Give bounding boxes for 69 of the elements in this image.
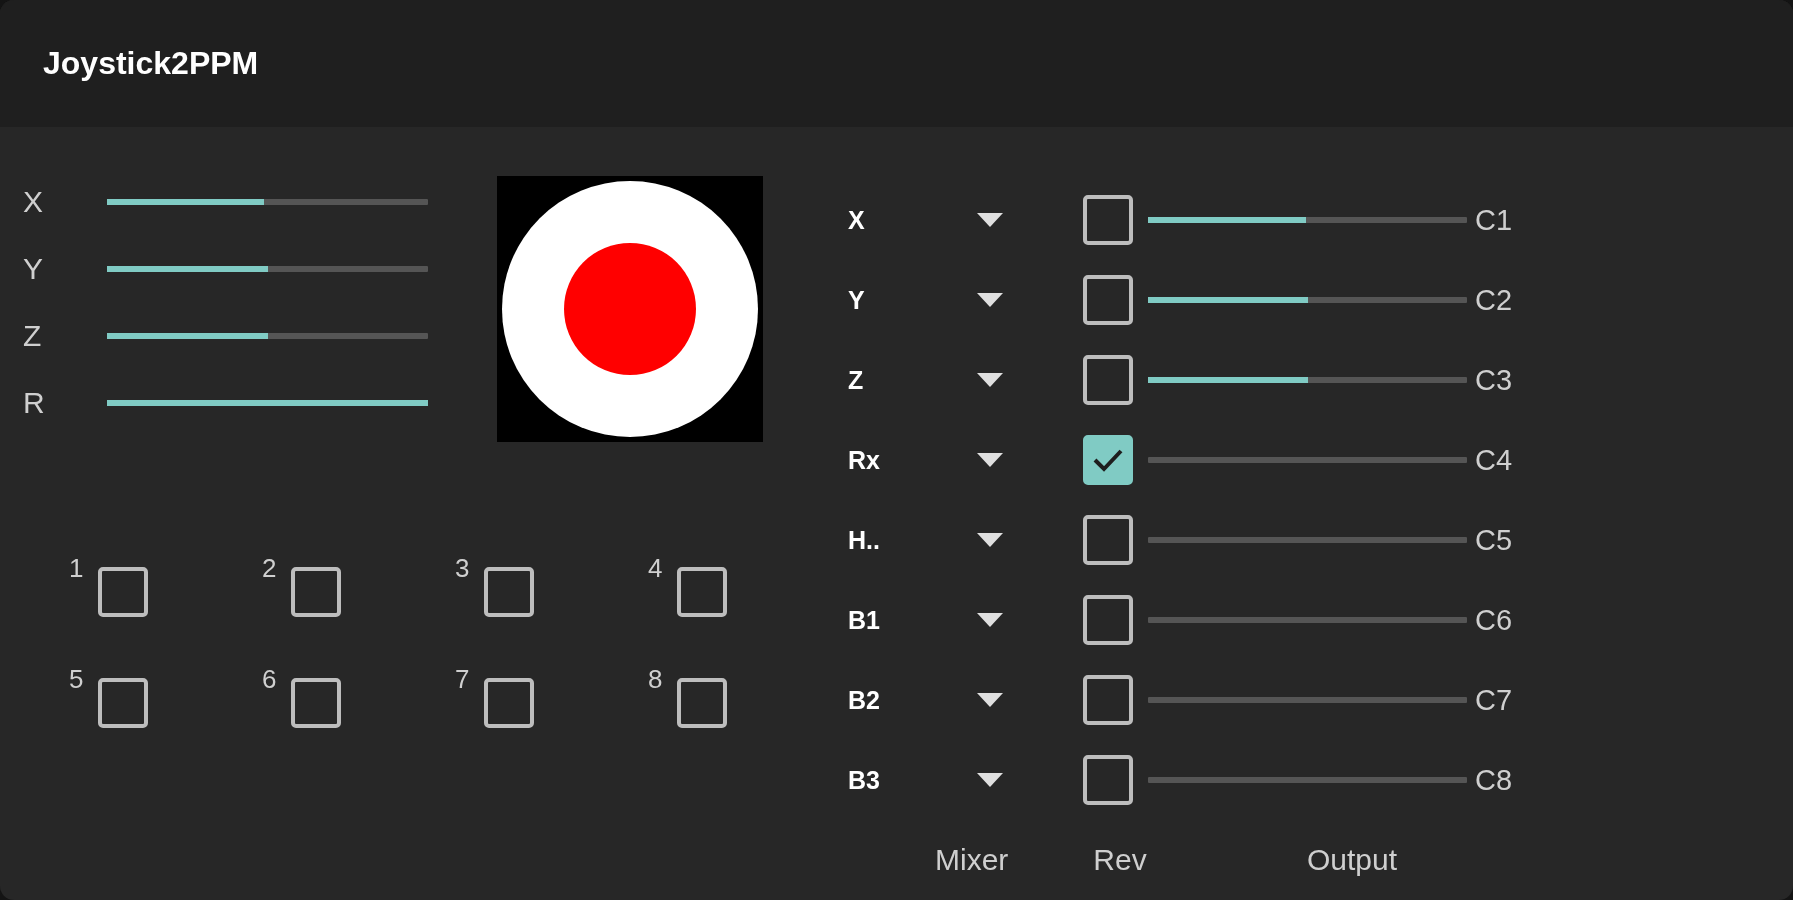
channel-label: C5 xyxy=(1474,523,1514,557)
channel-label: C2 xyxy=(1474,283,1514,317)
channel-slider[interactable] xyxy=(1148,297,1467,303)
button-number: 2 xyxy=(262,555,278,581)
checkbox[interactable] xyxy=(1083,675,1133,725)
axis-label: Y xyxy=(23,251,44,286)
checkbox[interactable] xyxy=(98,678,148,728)
checkbox[interactable] xyxy=(484,678,534,728)
mixer-dropdown[interactable]: X xyxy=(848,205,1003,235)
axis-slider[interactable] xyxy=(107,265,428,272)
checkbox[interactable] xyxy=(1083,435,1133,485)
column-label: Output xyxy=(1306,843,1399,877)
channel-slider[interactable] xyxy=(1148,457,1467,463)
checkbox[interactable] xyxy=(1083,595,1133,645)
axis-label: X xyxy=(23,184,44,219)
caret-icon xyxy=(977,773,1003,787)
mixer-dropdown[interactable]: B3 xyxy=(848,765,1003,795)
window-title: Joystick2PPM xyxy=(43,45,259,82)
caret-icon xyxy=(977,613,1003,627)
channel-label: C3 xyxy=(1474,363,1514,397)
caret-icon xyxy=(977,293,1003,307)
channel-label: C8 xyxy=(1474,763,1514,797)
column-label: Mixer xyxy=(934,843,1010,877)
check-icon xyxy=(1092,447,1124,473)
button-number: 7 xyxy=(455,666,471,692)
mixer-dropdown[interactable]: Y xyxy=(848,285,1003,315)
channel-slider[interactable] xyxy=(1148,617,1467,623)
checkbox[interactable] xyxy=(677,678,727,728)
mixer-dropdown[interactable]: B2 xyxy=(848,685,1003,715)
channel-slider[interactable] xyxy=(1148,217,1467,223)
channel-slider[interactable] xyxy=(1148,777,1467,783)
mixer-dropdown[interactable]: Rx xyxy=(848,445,1003,475)
checkbox[interactable] xyxy=(291,678,341,728)
caret-icon xyxy=(977,213,1003,227)
channel-slider[interactable] xyxy=(1148,377,1467,383)
checkbox[interactable] xyxy=(1083,275,1133,325)
button-number: 8 xyxy=(648,666,664,692)
channel-slider[interactable] xyxy=(1148,697,1467,703)
caret-icon xyxy=(977,693,1003,707)
axis-slider[interactable] xyxy=(107,198,428,205)
button-number: 5 xyxy=(69,666,85,692)
caret-icon xyxy=(977,453,1003,467)
checkbox[interactable] xyxy=(484,567,534,617)
button-number: 4 xyxy=(648,555,664,581)
button-number: 1 xyxy=(69,555,85,581)
mixer-dropdown[interactable]: Z xyxy=(848,365,1003,395)
channel-label: C1 xyxy=(1474,203,1514,237)
caret-icon xyxy=(977,373,1003,387)
mixer-dropdown[interactable]: H.. xyxy=(848,525,1003,555)
channel-slider[interactable] xyxy=(1148,537,1467,543)
checkbox[interactable] xyxy=(1083,755,1133,805)
axis-slider[interactable] xyxy=(107,332,428,339)
button-number: 3 xyxy=(455,555,471,581)
checkbox[interactable] xyxy=(1083,195,1133,245)
checkbox[interactable] xyxy=(677,567,727,617)
button-number: 6 xyxy=(262,666,278,692)
checkbox[interactable] xyxy=(291,567,341,617)
axis-label: R xyxy=(23,385,46,420)
column-label: Rev xyxy=(1092,843,1147,877)
channel-label: C4 xyxy=(1474,443,1514,477)
checkbox[interactable] xyxy=(1083,355,1133,405)
channel-label: C7 xyxy=(1474,683,1514,717)
channel-label: C6 xyxy=(1474,603,1514,637)
axis-slider[interactable] xyxy=(107,399,428,406)
mixer-dropdown[interactable]: B1 xyxy=(848,605,1003,635)
checkbox[interactable] xyxy=(1083,515,1133,565)
caret-icon xyxy=(977,533,1003,547)
checkbox[interactable] xyxy=(98,567,148,617)
axis-label: Z xyxy=(23,318,43,353)
